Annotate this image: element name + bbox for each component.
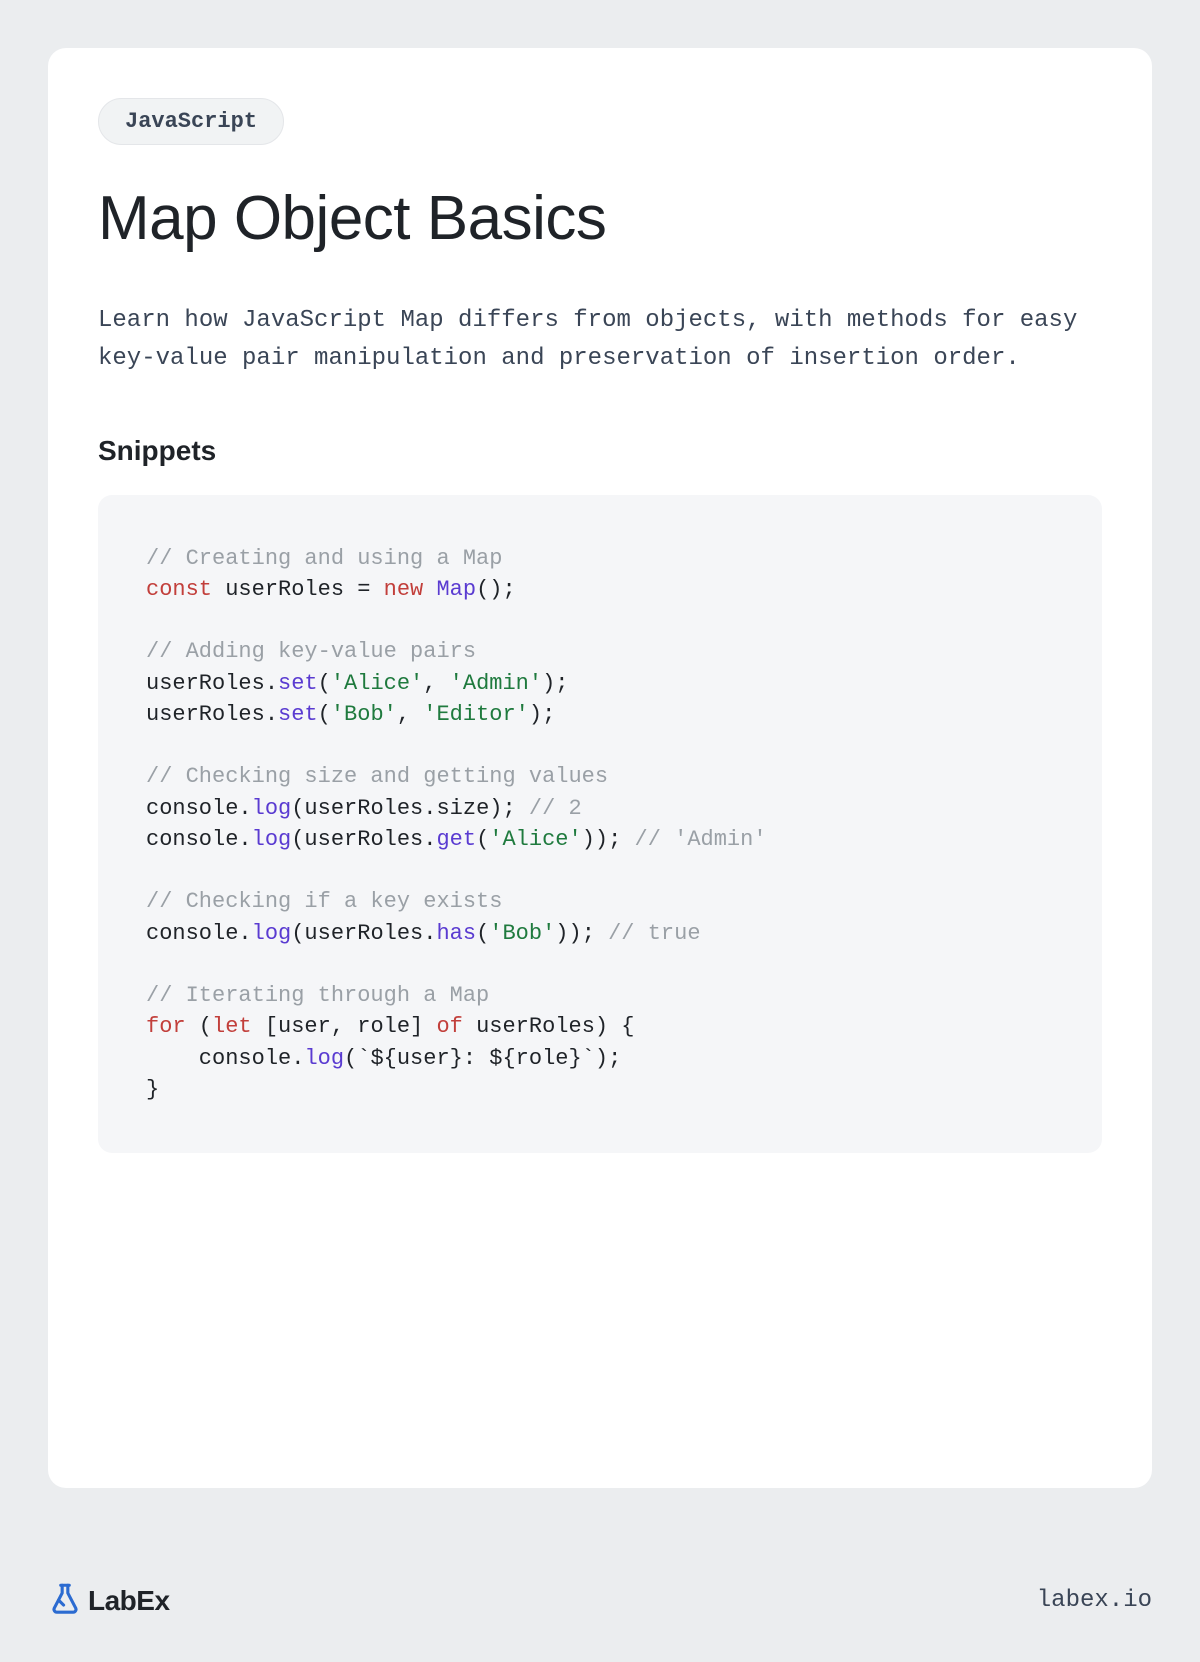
logo-text: LabEx [88,1585,170,1617]
logo: LabEx [48,1581,170,1620]
language-badge: JavaScript [98,98,284,145]
page-title: Map Object Basics [98,183,1102,254]
site-url: labex.io [1037,1587,1152,1614]
flask-icon [48,1581,82,1620]
footer: LabEx labex.io [48,1581,1152,1620]
code-snippet: // Creating and using a Map const userRo… [98,495,1102,1153]
page-description: Learn how JavaScript Map differs from ob… [98,302,1102,379]
content-card: JavaScript Map Object Basics Learn how J… [48,48,1152,1488]
snippets-heading: Snippets [98,435,1102,467]
